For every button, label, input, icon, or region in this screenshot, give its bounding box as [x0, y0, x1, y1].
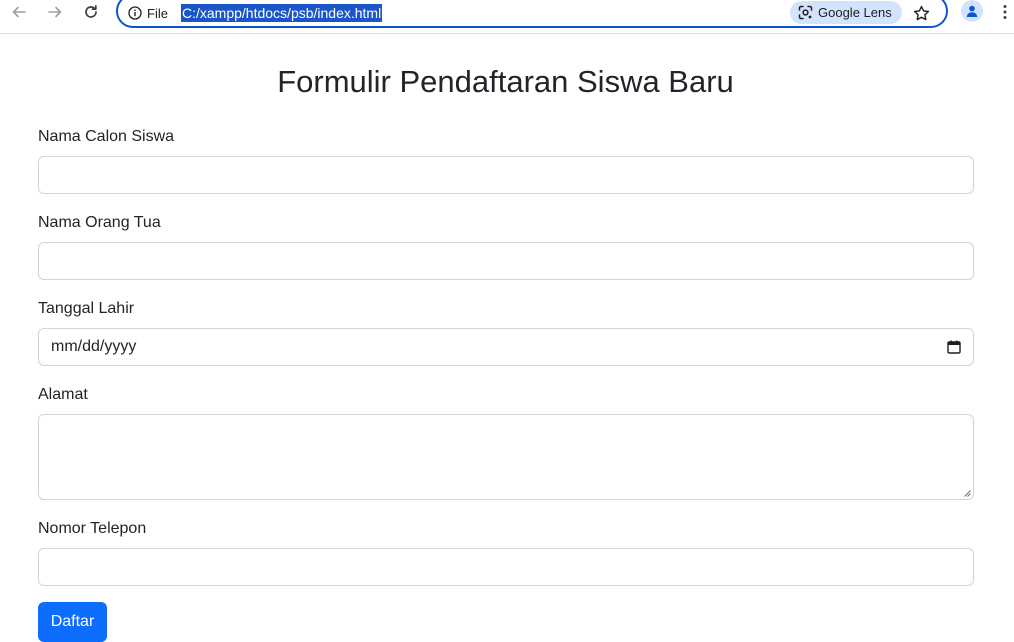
birth-date-input[interactable]: mm/dd/yyyy [38, 328, 974, 366]
bookmark-button[interactable] [910, 2, 932, 24]
site-info-button[interactable]: File [128, 4, 168, 22]
student-name-input[interactable] [38, 156, 974, 194]
parent-name-input[interactable] [38, 242, 974, 280]
url-text[interactable]: C:/xampp/htdocs/psb/index.html [181, 4, 383, 22]
reload-button[interactable] [80, 1, 102, 23]
google-lens-button[interactable]: Google Lens [790, 1, 902, 24]
google-lens-icon [798, 5, 813, 20]
address-textarea[interactable] [38, 414, 974, 500]
resize-grip-icon[interactable] [963, 489, 971, 497]
forward-button[interactable] [44, 1, 66, 23]
page-title: Formulir Pendaftaran Siswa Baru [277, 64, 734, 99]
browser-menu-button[interactable] [998, 1, 1012, 23]
info-icon [128, 6, 142, 20]
birth-date-placeholder: mm/dd/yyyy [51, 338, 137, 355]
google-lens-label: Google Lens [818, 5, 892, 20]
birth-date-label: Tanggal Lahir [38, 300, 135, 317]
parent-name-label: Nama Orang Tua [38, 214, 161, 231]
arrow-left-icon [12, 6, 26, 18]
star-icon [913, 5, 929, 20]
back-button[interactable] [8, 1, 30, 23]
profile-button[interactable] [961, 0, 983, 22]
site-info-label: File [147, 5, 168, 21]
more-vert-icon [1003, 5, 1007, 19]
browser-toolbar: File C:/xampp/htdocs/psb/index.html Goog… [0, 0, 1014, 34]
calendar-picker-button[interactable] [947, 340, 961, 354]
submit-button[interactable]: Daftar [38, 602, 107, 642]
student-name-label: Nama Calon Siswa [38, 128, 175, 145]
address-bar[interactable]: File C:/xampp/htdocs/psb/index.html Goog… [116, 0, 948, 28]
arrow-right-icon [48, 6, 62, 18]
phone-input[interactable] [38, 548, 974, 586]
page-content: Formulir Pendaftaran Siswa Baru Nama Cal… [0, 35, 1014, 642]
profile-icon [966, 5, 978, 17]
address-label: Alamat [38, 386, 88, 403]
calendar-icon [947, 340, 961, 354]
reload-icon [85, 4, 97, 18]
phone-label: Nomor Telepon [38, 520, 147, 537]
